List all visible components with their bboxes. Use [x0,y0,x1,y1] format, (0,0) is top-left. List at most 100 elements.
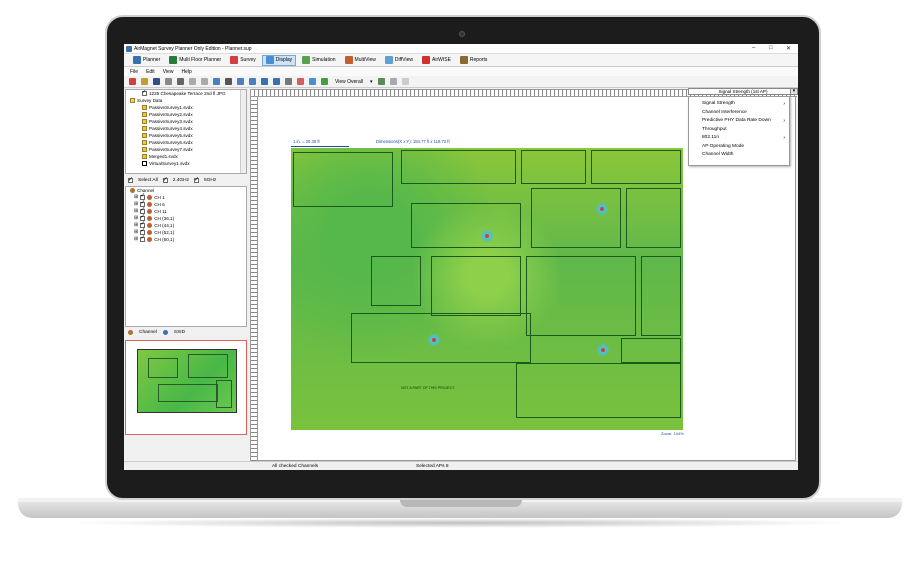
globe-icon[interactable] [309,78,316,85]
channel-checkbox[interactable] [140,235,145,242]
expand-icon[interactable]: ⊞ [134,215,138,222]
maximize-icon[interactable]: □ [769,45,773,51]
menu-item-label: Throughput [702,126,727,132]
chevron-down-icon[interactable]: ▾ [370,79,373,85]
pin-icon[interactable] [129,78,136,85]
tree-item[interactable]: Merged1.svdx [126,153,246,160]
print-icon[interactable] [177,78,184,85]
menu-item[interactable]: AP Operating Mode [689,143,789,152]
open-icon[interactable] [141,78,148,85]
save-icon[interactable] [153,78,160,85]
display-mode-select[interactable]: Signal Strength (1st AP) [688,88,798,95]
tree-item[interactable]: VirtualSurvey1.svdx [126,160,246,167]
overview-minimap[interactable] [125,340,247,435]
tree-item[interactable]: Survey Data [126,97,246,104]
tab-survey[interactable]: Survey [227,55,259,66]
tree-item-label: PassiveSurvey5.svdx [149,133,193,138]
zoom-in-icon[interactable] [237,78,244,85]
print-preview-icon[interactable] [165,78,172,85]
view-overall-button[interactable]: View Overall [333,79,365,85]
menu-view[interactable]: View [163,69,174,75]
menu-file[interactable]: File [130,69,138,75]
display-mode-value: Signal Strength (1st AP) [718,89,768,94]
channel-label: CH 1 [154,195,165,200]
chart-icon[interactable] [297,78,304,85]
expand-icon[interactable]: ⊞ [134,201,138,208]
chevron-right-icon: › [783,135,785,141]
tab-reports[interactable]: Reports [457,55,491,66]
tree-item-label: Survey Data [137,98,163,103]
band-filter-bar: Select All 2.4GHz 5GHz [125,175,247,185]
signal-heatmap[interactable]: NOT A PART OF THIS PROJECT [291,148,683,430]
passive-survey-icon [142,147,147,152]
tab-multiview[interactable]: MultiView [342,55,379,66]
tree-item[interactable]: PassiveSurvey4.svdx [126,125,246,132]
tab-airwise[interactable]: AirWISE [419,55,454,66]
expand-icon[interactable]: ⊞ [134,194,138,201]
dimensions-label: Dimensions(X x Y): 184.77 ft x 118.72 ft [376,139,450,144]
settings-icon[interactable] [389,78,397,85]
channel-item[interactable]: ⊞ CH (60,1) [126,235,246,243]
band-24ghz-checkbox[interactable] [162,176,168,183]
menu-item[interactable]: 802.11n › [689,134,789,143]
zoom-area-icon[interactable] [273,78,280,85]
channel-icon [147,237,153,242]
menu-item[interactable]: Predictive PHY Data Rate Down › [689,117,789,126]
tab-planner[interactable]: Planner [130,55,163,66]
tree-item[interactable]: PassiveSurvey5.svdx [126,132,246,139]
expand-icon[interactable]: ⊞ [134,229,138,236]
notes-icon[interactable] [401,78,409,85]
diffview-icon [384,56,393,64]
menu-edit[interactable]: Edit [146,69,155,75]
tree-item[interactable]: PassiveSurvey2.svdx [126,111,246,118]
toolbar: View Overall ▾ [124,76,798,88]
app-tabs: Planner Multi Floor Planner Survey Display S… [124,54,798,67]
channel-icon [147,195,153,200]
refresh-icon[interactable] [377,78,385,85]
channel-icon [147,223,153,228]
channel-label: CH (36,1) [154,216,175,221]
select-all-checkbox[interactable] [128,176,133,183]
zoom-out-icon[interactable] [249,78,256,85]
cursor-icon[interactable] [285,78,292,85]
window-title: AirMagnet Survey Planner Only Edition - … [134,46,252,52]
menu-item[interactable]: Channel Interference [689,109,789,118]
expand-icon[interactable]: ⊞ [134,236,138,243]
text-icon[interactable] [225,78,232,85]
zoom-fit-icon[interactable] [261,78,268,85]
tab-simulation[interactable]: Simulation [299,55,338,66]
redo-icon[interactable] [201,78,208,85]
ap-icon[interactable] [321,78,328,85]
menu-item[interactable]: Throughput [689,126,789,135]
ssid-mode-button[interactable]: SSID [174,330,185,335]
vertical-ruler [251,97,258,462]
tab-display[interactable]: Display [261,54,297,66]
menu-item[interactable]: Signal Strength › [689,100,789,109]
tree-item[interactable]: 1225 Chesapeake Terrace 2nd fl.JPG [126,90,246,97]
rotate-icon[interactable] [213,78,220,85]
menu-help[interactable]: Help [181,69,191,75]
undo-icon[interactable] [189,78,196,85]
camera-icon [459,31,465,37]
tab-multi-floor-planner[interactable]: Multi Floor Planner [166,55,224,66]
expand-icon[interactable]: ⊞ [134,208,138,215]
tab-diffview[interactable]: DiffView [382,55,416,66]
tree-scrollbar[interactable] [240,90,246,173]
tree-item[interactable]: PassiveSurvey7.svdx [126,146,246,153]
tree-item-label: PassiveSurvey7.svdx [149,147,193,152]
channel-mode-button[interactable]: Channel [139,330,157,335]
tree-item[interactable]: PassiveSurvey3.svdx [126,118,246,125]
tab-label: Multi Floor Planner [179,57,222,63]
tree-item[interactable]: PassiveSurvey1.svdx [126,104,246,111]
title-bar: AirMagnet Survey Planner Only Edition - … [124,44,798,54]
menu-item-label: Channel Interference [702,109,747,115]
expand-icon[interactable]: ⊞ [134,222,138,229]
band-5ghz-checkbox[interactable] [194,176,199,183]
menu-item[interactable]: Channel Width [689,151,789,160]
tree-item[interactable]: PassiveSurvey6.svdx [126,139,246,146]
minimize-icon[interactable]: – [752,45,755,51]
survey-icon [230,56,239,64]
channel-icon [147,230,153,235]
chevron-down-icon[interactable]: ▾ [790,88,798,95]
close-icon[interactable]: ✕ [786,45,791,52]
